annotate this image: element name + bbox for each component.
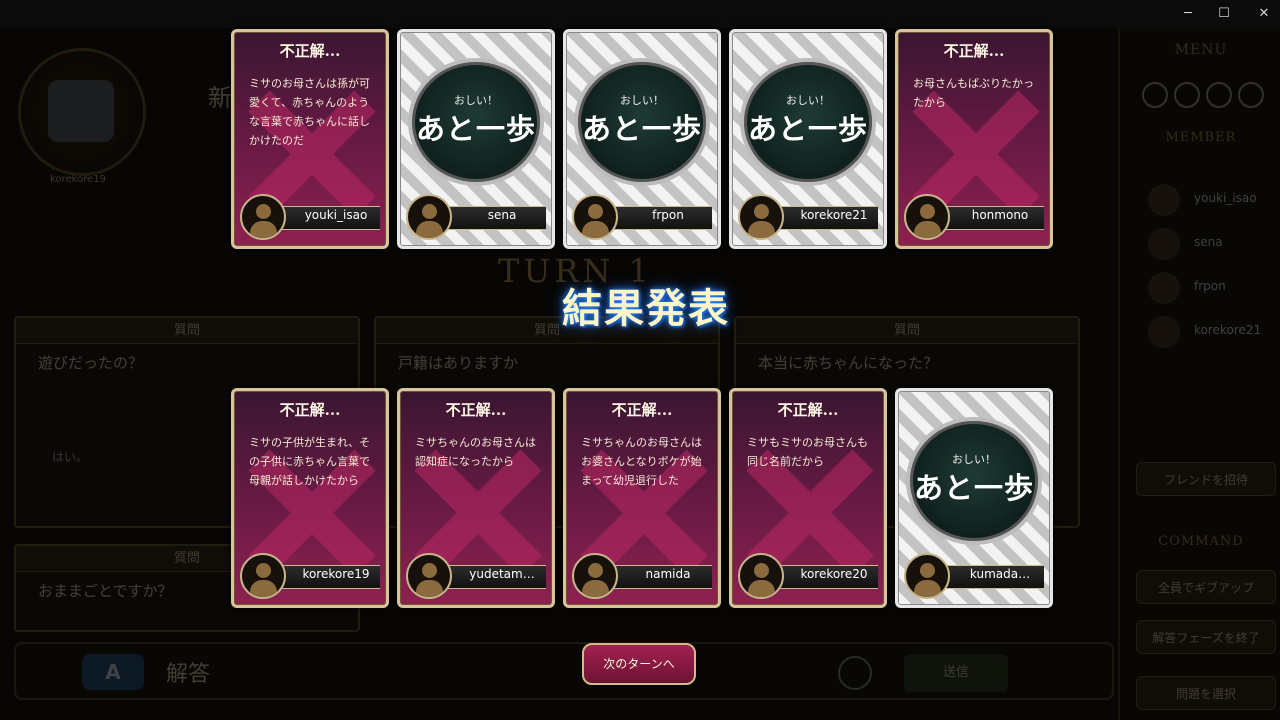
card-answer-text: ミサもミサのお母さんも同じ名前だから bbox=[747, 436, 868, 468]
player-avatar-icon bbox=[240, 194, 286, 240]
medal-text: あと一歩 bbox=[747, 112, 868, 146]
result-card-close: おしい！ あと一歩 frpon bbox=[563, 29, 721, 249]
result-card-close: おしい！ あと一歩 kumada… bbox=[895, 388, 1053, 608]
player-nameplate: kumada… bbox=[904, 553, 1044, 599]
card-verdict: 不正解... bbox=[777, 401, 839, 419]
player-nameplate: namida bbox=[572, 553, 712, 599]
player-avatar-icon bbox=[240, 553, 286, 599]
player-name: korekore21 bbox=[800, 208, 868, 222]
player-nameplate: korekore20 bbox=[738, 553, 878, 599]
player-avatar-icon bbox=[738, 553, 784, 599]
close-medal-icon: おしい！ あと一歩 bbox=[574, 58, 710, 186]
card-verdict: 不正解... bbox=[611, 401, 673, 419]
result-card-wrong: 不正解... ミサのお母さんは孫が可愛くて、赤ちゃんのような言葉で赤ちゃんに話し… bbox=[231, 29, 389, 249]
window-title-bar: ─ ☐ ✕ bbox=[0, 0, 1280, 28]
next-turn-button[interactable]: 次のターンへ bbox=[582, 643, 696, 685]
medal-text: あと一歩 bbox=[913, 471, 1034, 505]
close-medal-icon: おしい！ あと一歩 bbox=[408, 58, 544, 186]
player-name: namida bbox=[645, 567, 691, 581]
player-avatar-icon bbox=[406, 194, 452, 240]
player-nameplate: honmono bbox=[904, 194, 1044, 240]
player-name: youki_isao bbox=[304, 208, 368, 222]
close-window-button[interactable]: ✕ bbox=[1241, 0, 1280, 28]
close-medal-icon: おしい！ あと一歩 bbox=[906, 417, 1042, 545]
player-nameplate: youki_isao bbox=[240, 194, 380, 240]
player-nameplate: korekore19 bbox=[240, 553, 380, 599]
result-card-wrong: 不正解... ミサちゃんのお母さんはお婆さんとなりボケが始まって幼児退行した n… bbox=[563, 388, 721, 608]
result-card-close: おしい！ あと一歩 sena bbox=[397, 29, 555, 249]
result-card-close: おしい！ あと一歩 korekore21 bbox=[729, 29, 887, 249]
result-card-wrong: 不正解... ミサの子供が生まれ、その子供に赤ちゃん言葉で母親が話しかけたから … bbox=[231, 388, 389, 608]
player-name: kumada… bbox=[969, 567, 1031, 581]
medal-text: あと一歩 bbox=[581, 112, 702, 146]
card-answer-text: お母さんもばぶりたかったから bbox=[913, 77, 1034, 109]
card-answer-text: ミサの子供が生まれ、その子供に赤ちゃん言葉で母親が話しかけたから bbox=[249, 436, 371, 487]
player-avatar-icon bbox=[738, 194, 784, 240]
player-avatar-icon bbox=[904, 194, 950, 240]
player-nameplate: frpon bbox=[572, 194, 712, 240]
player-avatar-icon bbox=[572, 553, 618, 599]
result-card-wrong: 不正解... ミサちゃんのお母さんは認知症になったから yudetam… bbox=[397, 388, 555, 608]
medal-text: あと一歩 bbox=[415, 112, 536, 146]
player-nameplate: yudetam… bbox=[406, 553, 546, 599]
player-avatar-icon bbox=[572, 194, 618, 240]
card-verdict: 不正解... bbox=[279, 401, 341, 419]
player-nameplate: sena bbox=[406, 194, 546, 240]
result-announcement-title: 結果発表 bbox=[562, 285, 730, 332]
player-name: korekore20 bbox=[800, 567, 868, 581]
card-verdict: 不正解... bbox=[445, 401, 507, 419]
player-name: yudetam… bbox=[469, 567, 535, 581]
player-name: frpon bbox=[652, 208, 684, 222]
player-name: korekore19 bbox=[302, 567, 370, 581]
player-avatar-icon bbox=[904, 553, 950, 599]
card-verdict: 不正解... bbox=[279, 42, 341, 60]
player-name: sena bbox=[487, 208, 517, 222]
player-name: honmono bbox=[971, 208, 1029, 222]
card-answer-text: ミサのお母さんは孫が可愛くて、赤ちゃんのような言葉で赤ちゃんに話しかけたのだ bbox=[249, 77, 370, 147]
card-verdict: 不正解... bbox=[943, 42, 1005, 60]
card-answer-text: ミサちゃんのお母さんはお婆さんとなりボケが始まって幼児退行した bbox=[581, 436, 702, 487]
player-nameplate: korekore21 bbox=[738, 194, 878, 240]
result-card-wrong: 不正解... お母さんもばぶりたかったから honmono bbox=[895, 29, 1053, 249]
result-card-wrong: 不正解... ミサもミサのお母さんも同じ名前だから korekore20 bbox=[729, 388, 887, 608]
card-answer-text: ミサちゃんのお母さんは認知症になったから bbox=[415, 436, 536, 468]
player-avatar-icon bbox=[406, 553, 452, 599]
close-medal-icon: おしい！ あと一歩 bbox=[740, 58, 876, 186]
